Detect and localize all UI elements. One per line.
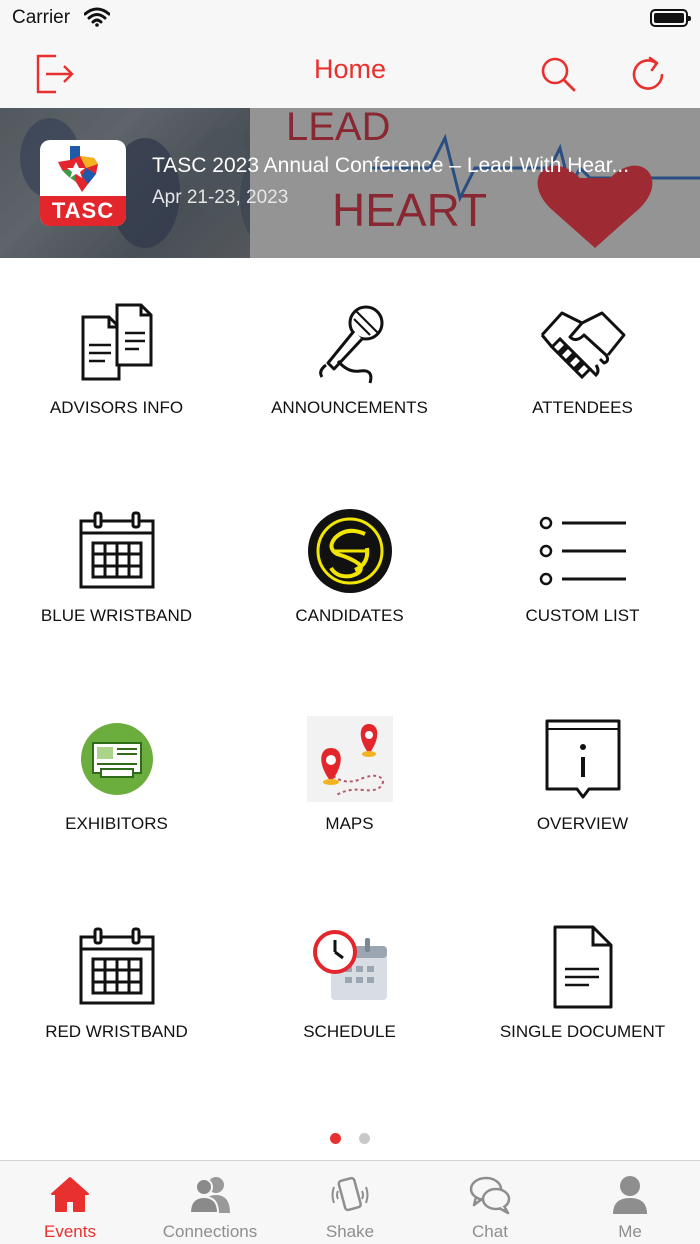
microphone-icon <box>305 298 395 388</box>
home-icon <box>48 1173 92 1217</box>
tab-label: Events <box>44 1222 96 1241</box>
tile-custom-list[interactable]: CUSTOM LIST <box>466 466 699 674</box>
status-bar: Carrier <box>0 0 700 40</box>
tab-label: Connections <box>162 1222 258 1241</box>
page-dot-2[interactable] <box>359 1133 371 1144</box>
handshake-icon <box>538 298 628 388</box>
feature-grid: ADVISORS INFO ANNOUNCEMENTS ATTENDEES BL… <box>0 258 700 1158</box>
page-indicator <box>0 1131 700 1149</box>
event-banner[interactable]: LEAD HEART TASC TASC 2023 Annual Confere… <box>0 108 700 258</box>
tab-label: Shake <box>325 1222 375 1241</box>
tile-label: MAPS <box>325 814 374 833</box>
wifi-icon <box>83 7 111 32</box>
tile-single-document[interactable]: SINGLE DOCUMENT <box>466 882 699 1090</box>
tile-red-wristband[interactable]: RED WRISTBAND <box>0 882 233 1090</box>
refresh-button[interactable] <box>624 50 672 98</box>
event-date: Apr 21-23, 2023 <box>152 187 289 208</box>
tab-me[interactable]: Me <box>560 1161 700 1244</box>
tab-shake[interactable]: Shake <box>280 1161 420 1244</box>
people-icon <box>188 1173 232 1217</box>
refresh-icon <box>632 56 664 90</box>
schedule-clock-icon <box>305 922 395 1012</box>
tasc-logo-text: TASC <box>40 196 126 226</box>
tab-events[interactable]: Events <box>0 1161 140 1244</box>
info-icon <box>538 714 628 804</box>
tile-label: SCHEDULE <box>303 1022 396 1041</box>
tile-schedule[interactable]: SCHEDULE <box>233 882 466 1090</box>
calendar-icon <box>72 922 162 1012</box>
tile-exhibitors[interactable]: EXHIBITORS <box>0 674 233 882</box>
exhibitor-booth-icon <box>72 714 162 804</box>
list-icon <box>538 506 628 596</box>
tile-label: ADVISORS INFO <box>49 398 184 417</box>
tile-label: CUSTOM LIST <box>525 606 640 625</box>
tile-label: OVERVIEW <box>536 814 629 833</box>
tile-advisors-info[interactable]: ADVISORS INFO <box>0 258 233 466</box>
person-icon <box>608 1173 652 1217</box>
page-dot-1[interactable] <box>329 1133 341 1144</box>
tile-label: EXHIBITORS <box>65 814 168 833</box>
tile-label: SINGLE DOCUMENT <box>499 1022 666 1041</box>
tile-label: BLUE WRISTBAND <box>40 606 193 625</box>
document-icon <box>538 922 628 1012</box>
tile-label: ATTENDEES <box>532 398 633 417</box>
tab-label: Me <box>618 1222 642 1241</box>
tile-attendees[interactable]: ATTENDEES <box>466 258 699 466</box>
tile-blue-wristband[interactable]: BLUE WRISTBAND <box>0 466 233 674</box>
search-button[interactable] <box>534 50 582 98</box>
tile-label: RED WRISTBAND <box>45 1022 188 1041</box>
navigation-bar: Home <box>0 40 700 108</box>
chat-bubbles-icon <box>468 1173 512 1217</box>
tab-chat[interactable]: Chat <box>420 1161 560 1244</box>
page-title: Home <box>313 54 387 84</box>
tab-connections[interactable]: Connections <box>140 1161 280 1244</box>
documents-icon <box>72 298 162 388</box>
event-title: TASC 2023 Annual Conference – Lead With … <box>152 154 630 177</box>
tab-label: Chat <box>472 1222 508 1241</box>
carrier-label: Carrier <box>12 7 71 28</box>
tile-overview[interactable]: OVERVIEW <box>466 674 699 882</box>
calendar-icon <box>72 506 162 596</box>
search-icon <box>541 57 576 92</box>
candidates-logo-icon <box>305 506 395 596</box>
tile-announcements[interactable]: ANNOUNCEMENTS <box>233 258 466 466</box>
map-pins-icon <box>305 714 395 804</box>
tile-label: CANDIDATES <box>295 606 404 625</box>
tile-maps[interactable]: MAPS <box>233 674 466 882</box>
shake-phone-icon <box>328 1173 372 1217</box>
tab-bar: Events Connections Shake Chat Me <box>0 1160 700 1244</box>
tile-candidates[interactable]: CANDIDATES <box>233 466 466 674</box>
tile-label: ANNOUNCEMENTS <box>271 398 428 417</box>
battery-icon <box>650 9 691 27</box>
tasc-logo: TASC <box>40 140 126 226</box>
